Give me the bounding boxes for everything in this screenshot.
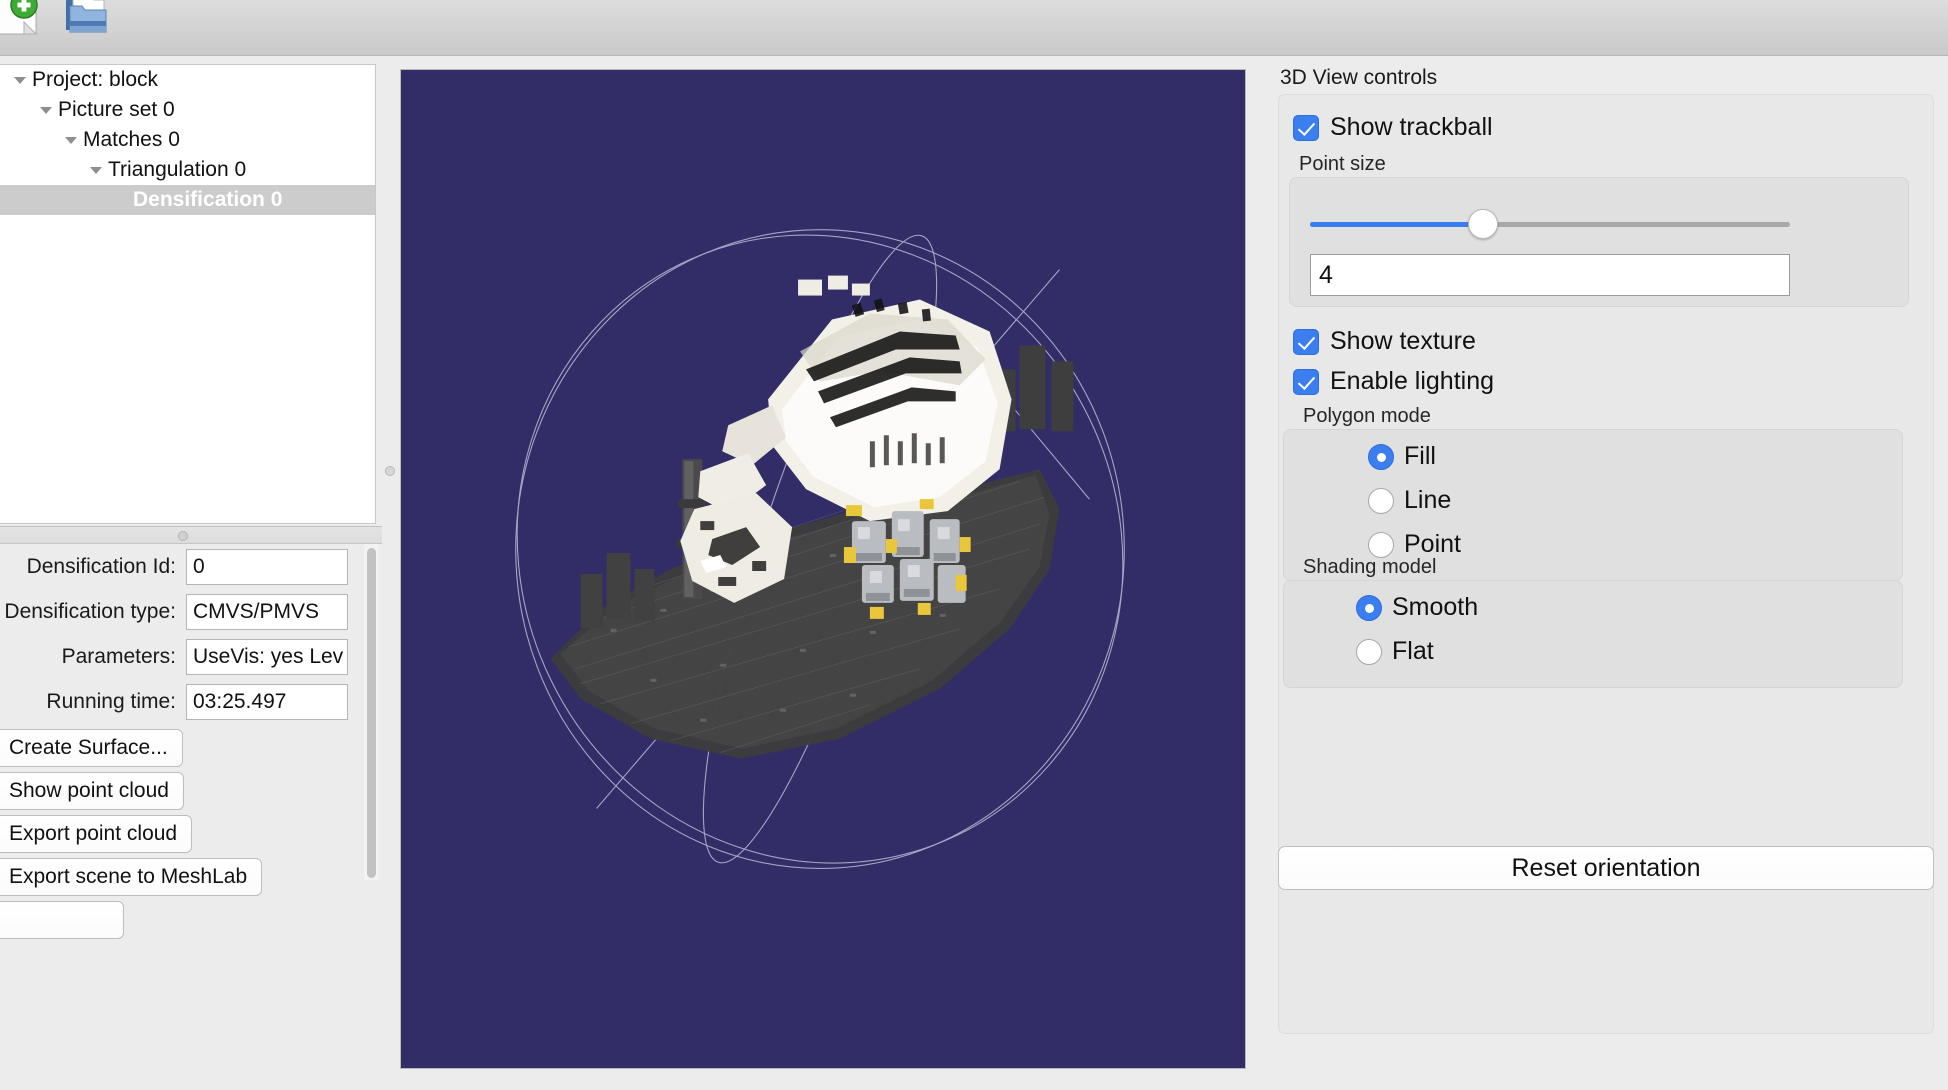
running-time-input[interactable]: 03:25.497 [186, 683, 348, 720]
point-size-group-label: Point size [1299, 153, 1386, 175]
panel-title: 3D View controls [1280, 66, 1438, 89]
checkbox-icon[interactable] [1293, 114, 1319, 141]
form-row-parameters: Parameters: UseVis: yes Lev [0, 634, 358, 679]
chevron-down-icon[interactable] [8, 68, 32, 92]
scrollbar-thumb[interactable] [367, 548, 376, 878]
checkbox-icon[interactable] [1293, 368, 1319, 395]
3d-viewport[interactable] [400, 69, 1246, 1069]
radio-label: Fill [1404, 442, 1436, 470]
new-document-icon [0, 0, 38, 35]
slider-fill [1310, 222, 1482, 227]
tree-item-matches[interactable]: Matches 0 [0, 125, 375, 155]
chevron-down-icon[interactable] [84, 158, 108, 182]
point-size-input[interactable]: 4 [1310, 254, 1790, 296]
slider-thumb[interactable] [1468, 209, 1498, 239]
tree-item-label: Project: block [32, 68, 159, 91]
show-texture-checkbox-row[interactable]: Show texture [1293, 327, 1476, 356]
densification-type-input[interactable]: CMVS/PMVS [186, 593, 348, 630]
open-folder-icon [66, 0, 107, 33]
checkbox-label: Show trackball [1330, 113, 1493, 141]
panel-splitter-vertical[interactable] [382, 56, 400, 1090]
radio-icon[interactable] [1356, 594, 1382, 621]
parameters-input[interactable]: UseVis: yes Lev [186, 638, 348, 675]
left-column: Project: block Picture set 0 Matches 0 T… [0, 56, 382, 1090]
polygon-mode-option-point[interactable]: Point [1368, 530, 1461, 559]
shading-model-group-label: Shading model [1303, 556, 1437, 578]
3d-view-controls-panel: 3D View controls Show trackball Point si… [1266, 56, 1948, 1090]
field-label: Densification Id: [26, 554, 176, 578]
tree-expander-placeholder [109, 188, 133, 212]
enable-lighting-checkbox-row[interactable]: Enable lighting [1293, 367, 1494, 396]
tree-item-project[interactable]: Project: block [0, 65, 375, 95]
radio-icon[interactable] [1356, 638, 1382, 665]
field-label: Parameters: [61, 644, 176, 668]
splitter-grip[interactable] [178, 531, 188, 541]
properties-vertical-scrollbar[interactable] [364, 544, 378, 880]
point-size-slider[interactable] [1310, 209, 1790, 239]
radio-label: Flat [1392, 637, 1434, 665]
radio-label: Point [1404, 530, 1461, 558]
properties-panel: Densification Id: 0 Densification type: … [0, 544, 358, 1090]
controls-container: Show trackball Point size 4 Show texture [1278, 94, 1934, 1034]
panel-splitter-horizontal[interactable] [0, 526, 382, 544]
new-project-button[interactable] [0, 0, 56, 52]
densification-id-input[interactable]: 0 [186, 548, 348, 585]
radio-icon[interactable] [1368, 531, 1394, 558]
reset-orientation-button[interactable]: Reset orientation [1278, 846, 1934, 890]
tree-item-triangulation[interactable]: Triangulation 0 [0, 155, 375, 185]
shading-model-option-smooth[interactable]: Smooth [1356, 593, 1478, 622]
polygon-mode-group-label: Polygon mode [1303, 405, 1431, 427]
additional-action-button[interactable] [0, 901, 124, 939]
tree-item-label: Picture set 0 [58, 98, 175, 121]
open-project-button[interactable] [58, 0, 120, 52]
splitter-grip[interactable] [385, 466, 395, 476]
tree-item-densification[interactable]: Densification 0 [0, 185, 375, 215]
shading-model-group: Smooth Flat [1283, 580, 1903, 688]
radio-label: Line [1404, 486, 1452, 514]
tree-item-label: Matches 0 [83, 128, 180, 151]
radio-icon[interactable] [1368, 487, 1394, 514]
checkbox-icon[interactable] [1293, 328, 1319, 355]
point-size-group: 4 [1289, 177, 1909, 307]
radio-icon[interactable] [1368, 443, 1394, 470]
export-point-cloud-button[interactable]: Export point cloud [0, 815, 193, 853]
application-window: Project: block Picture set 0 Matches 0 T… [0, 0, 1948, 1090]
form-row-densification-id: Densification Id: 0 [0, 544, 358, 589]
project-tree[interactable]: Project: block Picture set 0 Matches 0 T… [0, 64, 376, 524]
polygon-mode-option-fill[interactable]: Fill [1368, 442, 1436, 471]
form-row-densification-type: Densification type: CMVS/PMVS [0, 589, 358, 634]
checkbox-label: Show texture [1330, 327, 1476, 355]
show-point-cloud-button[interactable]: Show point cloud [0, 772, 184, 810]
create-surface-button[interactable]: Create Surface... [0, 729, 183, 767]
checkbox-label: Enable lighting [1330, 367, 1495, 395]
field-label: Running time: [46, 689, 176, 713]
form-row-running-time: Running time: 03:25.497 [0, 679, 358, 724]
show-trackball-checkbox-row[interactable]: Show trackball [1293, 113, 1493, 142]
export-scene-to-meshlab-button[interactable]: Export scene to MeshLab [0, 858, 263, 896]
tree-item-label: Densification 0 [133, 188, 283, 211]
toolbar [0, 0, 1948, 56]
action-button-group: Create Surface... Show point cloud Expor… [0, 724, 358, 939]
chevron-down-icon[interactable] [34, 98, 58, 122]
shading-model-option-flat[interactable]: Flat [1356, 637, 1434, 666]
tree-item-label: Triangulation 0 [108, 158, 247, 181]
field-label: Densification type: [4, 599, 176, 623]
tree-item-picture-set[interactable]: Picture set 0 [0, 95, 375, 125]
radio-label: Smooth [1392, 593, 1479, 621]
polygon-mode-option-line[interactable]: Line [1368, 486, 1451, 515]
3d-scene [401, 70, 1245, 1068]
chevron-down-icon[interactable] [59, 128, 83, 152]
